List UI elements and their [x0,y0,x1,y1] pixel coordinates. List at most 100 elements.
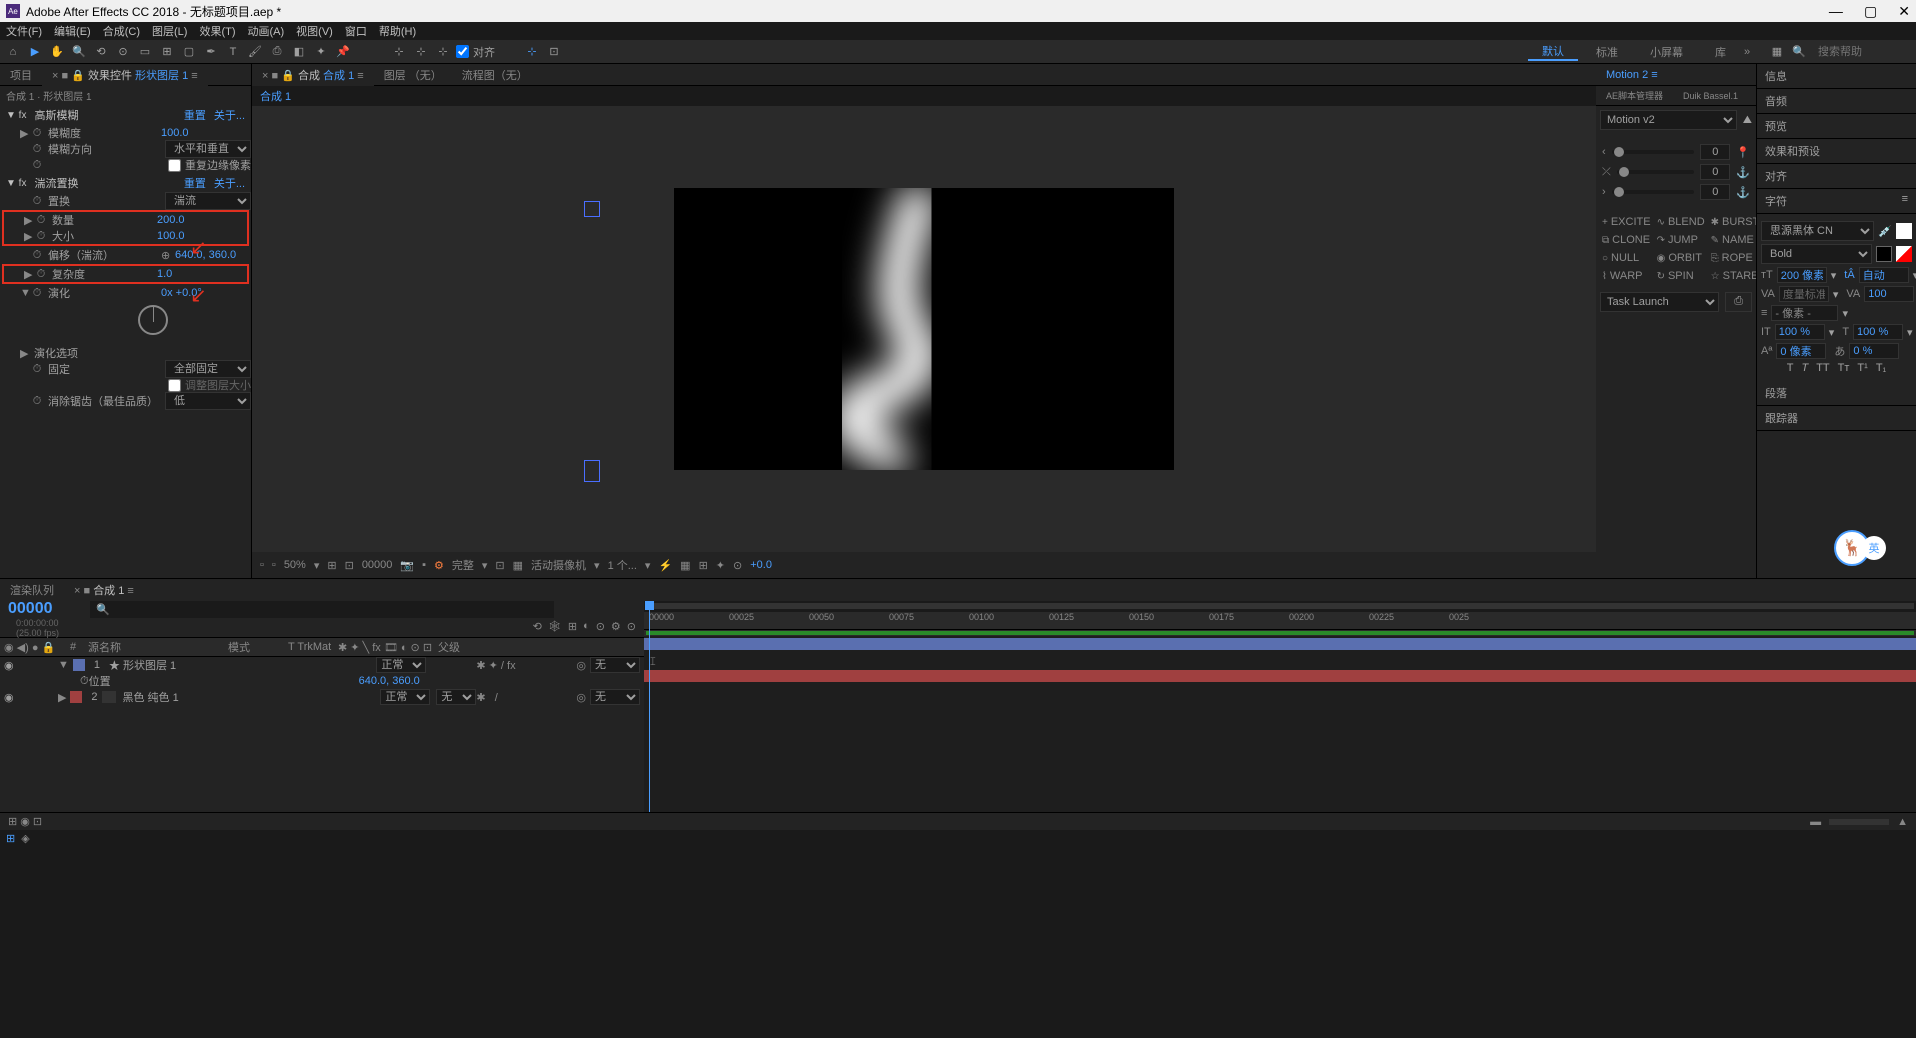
menu-window[interactable]: 窗口 [345,23,367,39]
slider-value-input[interactable] [1700,184,1730,200]
workspace-small[interactable]: 小屏幕 [1636,44,1697,60]
bold-icon[interactable]: T [1787,362,1794,374]
blend-mode-dropdown[interactable]: 正常 [376,657,426,673]
menu-effect[interactable]: 效果(T) [199,23,235,39]
tool-spin[interactable]: ↻SPIN [1655,268,1707,284]
tab-layer[interactable]: 图层 （无） [374,64,452,86]
menu-edit[interactable]: 编辑(E) [54,23,91,39]
effect-toggle-icon[interactable]: ▼ fx [6,110,26,121]
tab-duik[interactable]: Duik Bassel.1 [1673,88,1748,104]
motion-graph-icon[interactable]: ⛰ [1743,114,1752,127]
camera-tool[interactable]: ▭ [136,43,154,61]
work-area-bar[interactable] [646,603,1914,609]
hscale-input[interactable] [1853,324,1903,340]
hand-tool[interactable]: ✋ [48,43,66,61]
comp-switch-icon[interactable]: 🕸 [548,620,562,633]
timeline-ruler[interactable]: 00000 00025 00050 00075 00100 00125 0015… [644,612,1916,630]
crosshair-icon[interactable]: ⊕ [161,249,175,262]
world-axis-icon[interactable]: ⊹ [412,43,430,61]
pan-behind-tool[interactable]: ⊞ [158,43,176,61]
panel-effects-presets[interactable]: 效果和预设 [1757,139,1916,164]
tool-warp[interactable]: ⌇WARP [1600,268,1653,284]
composition-viewer[interactable] [252,106,1596,552]
stroke-color-swatch[interactable] [1876,246,1892,262]
layer-search-input[interactable] [110,604,210,616]
panel-info[interactable]: 信息 [1757,64,1916,89]
parent-dropdown[interactable]: 无 [590,657,640,673]
baseline-input[interactable] [1776,343,1826,359]
trkmat-dropdown[interactable]: 无 [436,689,476,705]
fill-color-swatch[interactable] [1896,223,1912,239]
about-link[interactable]: 关于... [214,107,245,123]
tab-timeline-comp[interactable]: × ■ 合成 1 ≡ [64,579,144,601]
local-axis-icon[interactable]: ⊹ [390,43,408,61]
eyedropper-icon[interactable]: 💉 [1878,225,1892,238]
stopwatch-icon[interactable]: ⏱ [30,286,44,300]
stopwatch-icon[interactable]: ⏱ [30,158,44,172]
workspace-standard[interactable]: 标准 [1582,44,1632,60]
menu-view[interactable]: 视图(V) [296,23,333,39]
menu-composition[interactable]: 合成(C) [103,23,140,39]
displacement-dropdown[interactable]: 湍流 [165,192,251,210]
pin-icon[interactable]: 📍 [1736,146,1750,159]
panel-paragraph[interactable]: 段落 [1757,381,1916,406]
task-launch-button[interactable]: ⎙ [1725,292,1752,312]
pen-tool[interactable]: ✒ [202,43,220,61]
pixel-aspect-icon[interactable]: ▫ [260,559,264,571]
roto-brush-tool[interactable]: ✦ [312,43,330,61]
resolution-icon[interactable]: ⊞ [327,559,336,572]
rectangle-tool[interactable]: ▢ [180,43,198,61]
layer-row-2[interactable]: ◉ ▶ 2 黑色 纯色 1 正常 无 ✱ / ◎ 无 [0,689,644,705]
slider-value-input[interactable] [1700,164,1730,180]
comp-subtab[interactable]: 合成 1 [252,86,1596,106]
menu-layer[interactable]: 图层(L) [152,23,187,39]
minimize-button[interactable]: — [1829,3,1843,19]
layer-color-label[interactable] [73,659,85,671]
resolution-dropdown[interactable]: 完整 [452,557,474,573]
more-switches-icon[interactable]: ⊙ [627,620,636,633]
panel-tracker[interactable]: 跟踪器 [1757,406,1916,431]
stopwatch-icon[interactable]: ⏱ [30,362,44,376]
menu-help[interactable]: 帮助(H) [379,23,416,39]
tool-blend[interactable]: ∿BLEND [1655,214,1707,230]
transparency-icon[interactable]: ▦ [513,559,523,572]
toggle-switches-icon[interactable]: ⊞ ◉ ⊡ [8,815,42,828]
stopwatch-icon[interactable]: ⏱ [30,248,44,262]
stopwatch-icon[interactable]: ⏱ [30,126,44,140]
tab-composition[interactable]: × ■ 🔒 合成 合成 1 ≡ [252,64,374,86]
motion-version-dropdown[interactable]: Motion v2 [1600,110,1737,130]
tab-effect-controls[interactable]: × ■ 🔒 效果控件 形状图层 1 ≡ [42,64,208,86]
tool-excite[interactable]: +EXCITE [1600,214,1653,230]
superscript-icon[interactable]: T¹ [1857,362,1867,374]
resize-layer-checkbox[interactable] [168,379,181,392]
puppet-tool[interactable]: 📌 [334,43,352,61]
playhead[interactable] [649,601,650,812]
stroke-options[interactable] [1771,305,1838,321]
visibility-toggle[interactable]: ◉ [4,659,18,672]
graph-editor-icon[interactable]: ⊙ [596,620,605,633]
motion-blur-icon[interactable]: ◐ [583,620,590,633]
font-family-dropdown[interactable]: 思源黑体 CN [1761,221,1874,241]
task-launch-dropdown[interactable]: Task Launch [1600,292,1719,312]
blend-mode-dropdown[interactable]: 正常 [380,689,430,705]
roi-icon[interactable]: ⊡ [495,559,504,572]
help-search-input[interactable] [1812,44,1912,60]
close-button[interactable]: ✕ [1898,3,1910,19]
disk-cache-icon[interactable]: ⊞ [6,832,15,845]
tool-orbit[interactable]: ◉ORBIT [1655,250,1707,266]
slider-track[interactable] [1612,190,1695,194]
panel-menu-icon[interactable]: ≡ [1902,193,1908,209]
font-size-input[interactable] [1777,267,1827,283]
workspace-library[interactable]: 库 [1701,44,1740,60]
effect-turbulent-displace-header[interactable]: ▼ fx 湍流置换 重置 关于... [0,173,251,193]
snapshot-icon[interactable]: 📷 [400,559,414,572]
tool-jump[interactable]: ↷JUMP [1655,232,1707,248]
sync-icon[interactable]: ▦ [1768,43,1786,61]
slider-track[interactable] [1617,170,1694,174]
header-mode[interactable]: 模式 [228,639,288,655]
stopwatch-icon[interactable]: ⏱ [34,267,48,281]
zoom-in-icon[interactable]: ▲ [1897,816,1908,828]
stopwatch-icon[interactable]: ⏱ [34,213,48,227]
snap-checkbox[interactable] [456,45,469,58]
exposure-value[interactable]: +0.0 [750,559,772,571]
